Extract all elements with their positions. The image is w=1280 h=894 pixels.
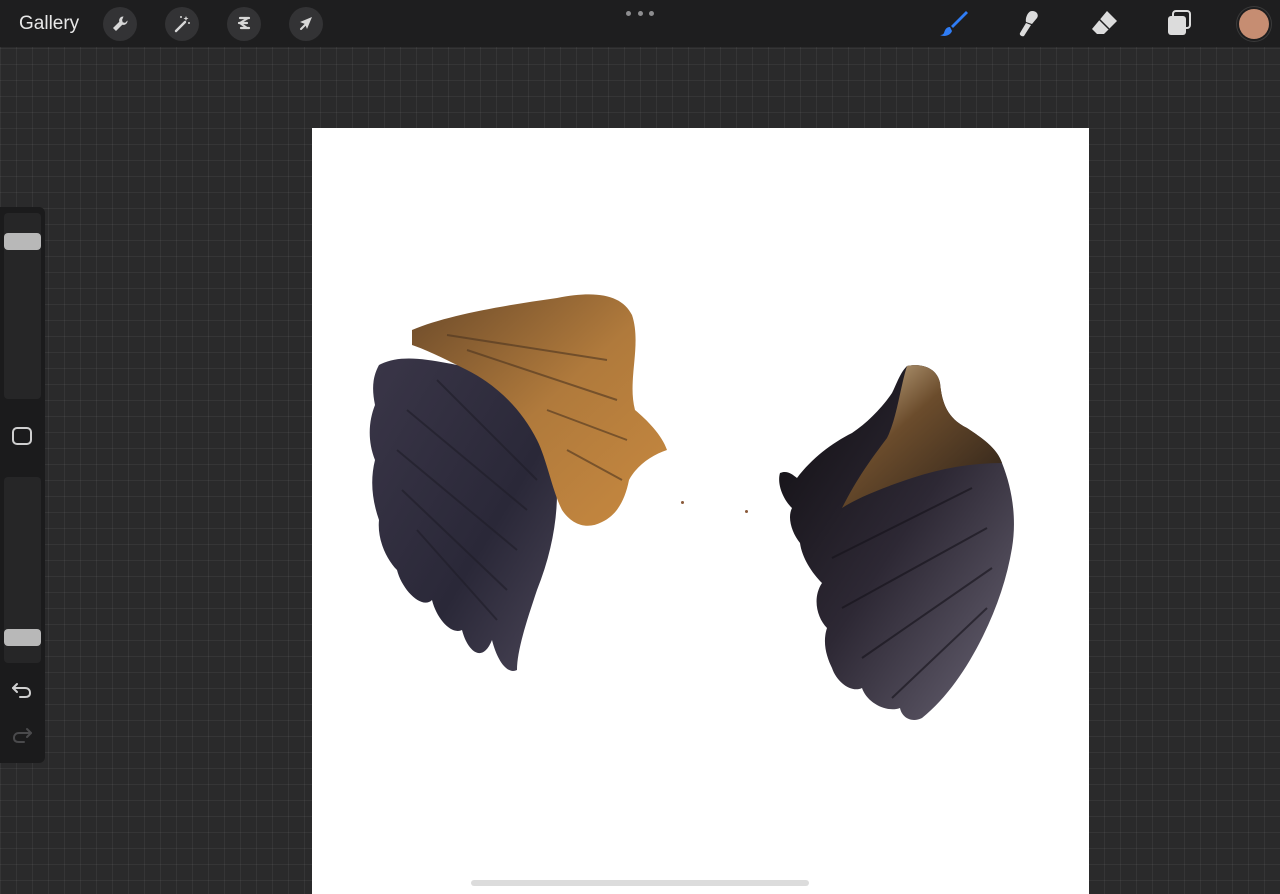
dot-icon <box>637 10 643 16</box>
redo-icon <box>12 728 32 743</box>
transform-button[interactable] <box>289 7 323 41</box>
left-wing-image <box>369 294 667 671</box>
actions-button[interactable] <box>103 7 137 41</box>
top-toolbar: Gallery <box>0 0 1280 47</box>
undo-button[interactable] <box>10 679 34 701</box>
brush-icon <box>940 11 968 36</box>
stray-dot <box>745 510 748 513</box>
more-options-button[interactable] <box>626 6 654 20</box>
brush-opacity-slider[interactable] <box>4 477 41 663</box>
dot-icon <box>649 10 654 16</box>
gallery-button[interactable]: Gallery <box>19 12 79 36</box>
selection-icon <box>237 16 251 30</box>
magic-wand-icon <box>174 16 190 33</box>
undo-icon <box>12 683 32 698</box>
brush-size-slider[interactable] <box>4 213 41 399</box>
drawing-canvas[interactable] <box>312 128 1089 894</box>
modify-button[interactable] <box>12 427 32 445</box>
wrench-icon <box>113 16 128 31</box>
stray-dot <box>681 501 684 504</box>
smudge-icon <box>1019 11 1038 37</box>
paint-tool-button[interactable] <box>937 6 971 40</box>
brush-opacity-handle[interactable] <box>4 629 41 646</box>
layers-button[interactable] <box>1162 6 1196 40</box>
redo-button[interactable] <box>10 724 34 746</box>
smudge-tool-button[interactable] <box>1012 6 1046 40</box>
arrow-cursor-icon <box>300 17 312 30</box>
layers-icon <box>1168 10 1191 35</box>
right-wing-image <box>779 365 1014 720</box>
dot-icon <box>626 10 631 16</box>
eraser-icon <box>1092 11 1117 34</box>
selection-button[interactable] <box>227 7 261 41</box>
home-indicator[interactable] <box>471 880 809 886</box>
erase-tool-button[interactable] <box>1087 6 1121 40</box>
brush-size-handle[interactable] <box>4 233 41 250</box>
brush-sidebar <box>0 207 45 763</box>
adjustments-button[interactable] <box>165 7 199 41</box>
color-picker-button[interactable] <box>1239 9 1269 39</box>
